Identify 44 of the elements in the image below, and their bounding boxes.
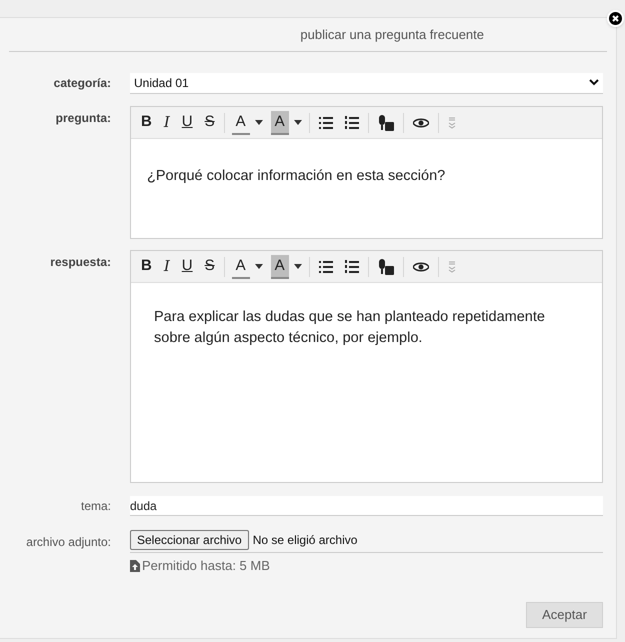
underline-button[interactable]: U (176, 110, 199, 134)
highlight-color-button[interactable]: A (270, 254, 289, 278)
italic-button[interactable]: I (158, 254, 176, 278)
file-upload-icon (130, 560, 140, 572)
choose-file-button[interactable]: Seleccionar archivo (130, 530, 249, 550)
field-label: respuesta: (50, 255, 111, 269)
size-limit-note: Permitido hasta: 5 MB (142, 557, 270, 575)
bulleted-list-icon (318, 116, 333, 128)
bold-button[interactable]: B (135, 110, 158, 134)
caret-icon (294, 264, 302, 269)
highlight-color-button[interactable]: A (270, 110, 289, 134)
dialog-title: publicar una pregunta frecuente (300, 26, 484, 44)
text-color-button[interactable]: A (232, 110, 250, 134)
strikethrough-button[interactable]: S (198, 254, 221, 278)
caret-icon (294, 120, 302, 125)
field-label: tema: (80, 499, 111, 513)
eye-icon (412, 118, 429, 128)
bulleted-list-icon (318, 260, 333, 272)
accept-button[interactable]: Aceptar (526, 602, 603, 628)
editor-text[interactable]: ¿Porqué colocar información en esta sección? (147, 166, 582, 187)
numbered-list-icon (344, 116, 359, 130)
bold-button[interactable]: B (135, 254, 158, 278)
field-label: pregunta: (56, 111, 111, 125)
text-color-button[interactable]: A (232, 254, 250, 278)
double-chevron-icon (448, 260, 456, 272)
strikethrough-button[interactable]: S (198, 110, 221, 134)
caret-icon (254, 264, 263, 269)
italic-button[interactable]: I (158, 110, 176, 134)
field-label: categoría: (54, 76, 111, 90)
close-button[interactable] (607, 10, 624, 27)
eye-icon (412, 262, 429, 272)
caret-icon (254, 120, 263, 125)
field-label: archivo adjunto: (26, 535, 111, 549)
file-status: No se eligió archivo (252, 532, 358, 549)
chevron-down-icon (589, 79, 599, 86)
close-icon (612, 15, 619, 22)
microphone-icon (378, 258, 394, 274)
microphone-icon (378, 114, 394, 130)
topic-field[interactable]: duda (130, 496, 603, 516)
editor-text[interactable]: Para explicar las dudas que se han planteado repetidamente sobre algún aspecto técnico, por ejemplo. (154, 307, 582, 349)
numbered-list-icon (344, 260, 359, 274)
underline-button[interactable]: U (176, 254, 199, 278)
category-select[interactable]: Unidad 01 (130, 72, 603, 94)
double-chevron-icon (448, 116, 456, 128)
